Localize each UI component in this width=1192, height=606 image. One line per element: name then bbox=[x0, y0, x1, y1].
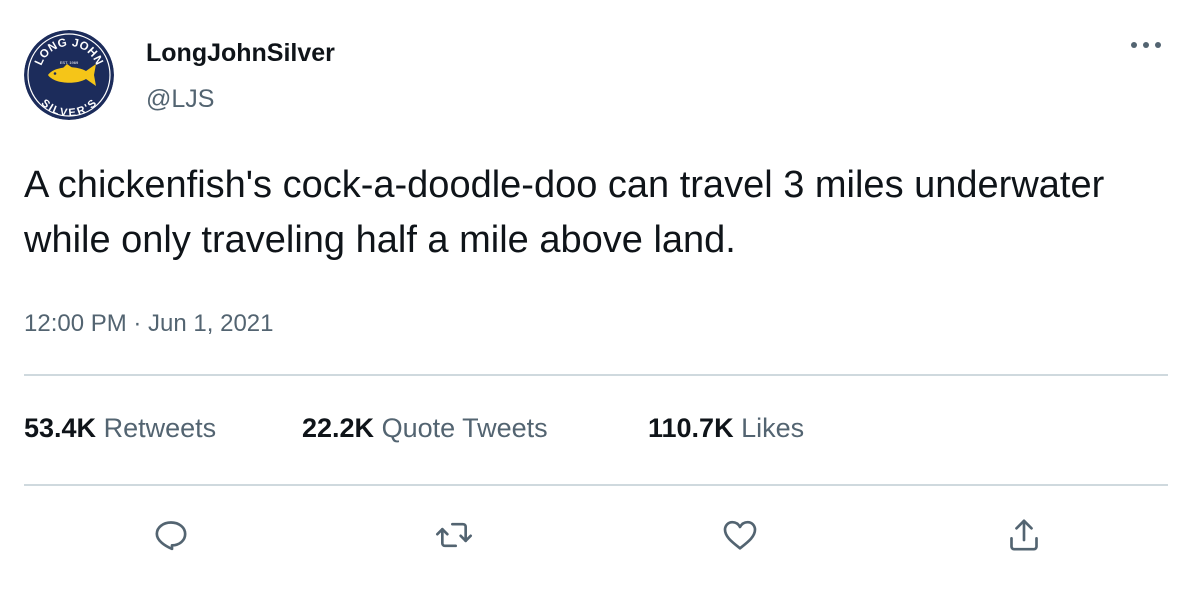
display-name[interactable]: LongJohnSilver bbox=[146, 39, 335, 68]
retweets-label: Retweets bbox=[103, 413, 217, 443]
reply-button[interactable] bbox=[146, 510, 196, 560]
retweet-button[interactable] bbox=[429, 510, 479, 560]
quote-tweets-stat[interactable]: 22.2K Quote Tweets bbox=[302, 413, 548, 444]
tweet-text: A chickenfish's cock-a-doodle-doo can tr… bbox=[24, 164, 1105, 261]
retweets-count: 53.4K bbox=[24, 413, 97, 443]
tweet-timestamp[interactable]: 12:00 PM · Jun 1, 2021 bbox=[24, 310, 274, 338]
tweet-card: LONG JOHN SILVER'S EST. 1969 LongJohnSil… bbox=[0, 0, 1192, 606]
divider bbox=[24, 374, 1168, 376]
retweets-stat[interactable]: 53.4K Retweets bbox=[24, 413, 216, 444]
likes-stat[interactable]: 110.7K Likes bbox=[648, 413, 804, 444]
logo-est-text: EST. 1969 bbox=[60, 60, 79, 65]
likes-count: 110.7K bbox=[648, 413, 734, 443]
likes-label: Likes bbox=[741, 413, 805, 443]
quote-tweets-count: 22.2K bbox=[302, 413, 375, 443]
like-button[interactable] bbox=[715, 510, 765, 560]
tweet-actions bbox=[0, 510, 1192, 560]
user-handle[interactable]: @LJS bbox=[146, 85, 214, 114]
more-options-button[interactable] bbox=[1124, 28, 1168, 62]
retweet-icon bbox=[436, 522, 472, 548]
heart-icon bbox=[723, 520, 757, 550]
share-icon bbox=[1010, 519, 1038, 551]
share-button[interactable] bbox=[999, 510, 1049, 560]
ljs-logo: LONG JOHN SILVER'S EST. 1969 bbox=[24, 30, 114, 120]
avatar[interactable]: LONG JOHN SILVER'S EST. 1969 bbox=[24, 30, 114, 120]
quote-tweets-label: Quote Tweets bbox=[381, 413, 548, 443]
reply-icon bbox=[155, 521, 187, 551]
divider bbox=[24, 484, 1168, 486]
ellipsis-icon bbox=[1131, 42, 1161, 48]
